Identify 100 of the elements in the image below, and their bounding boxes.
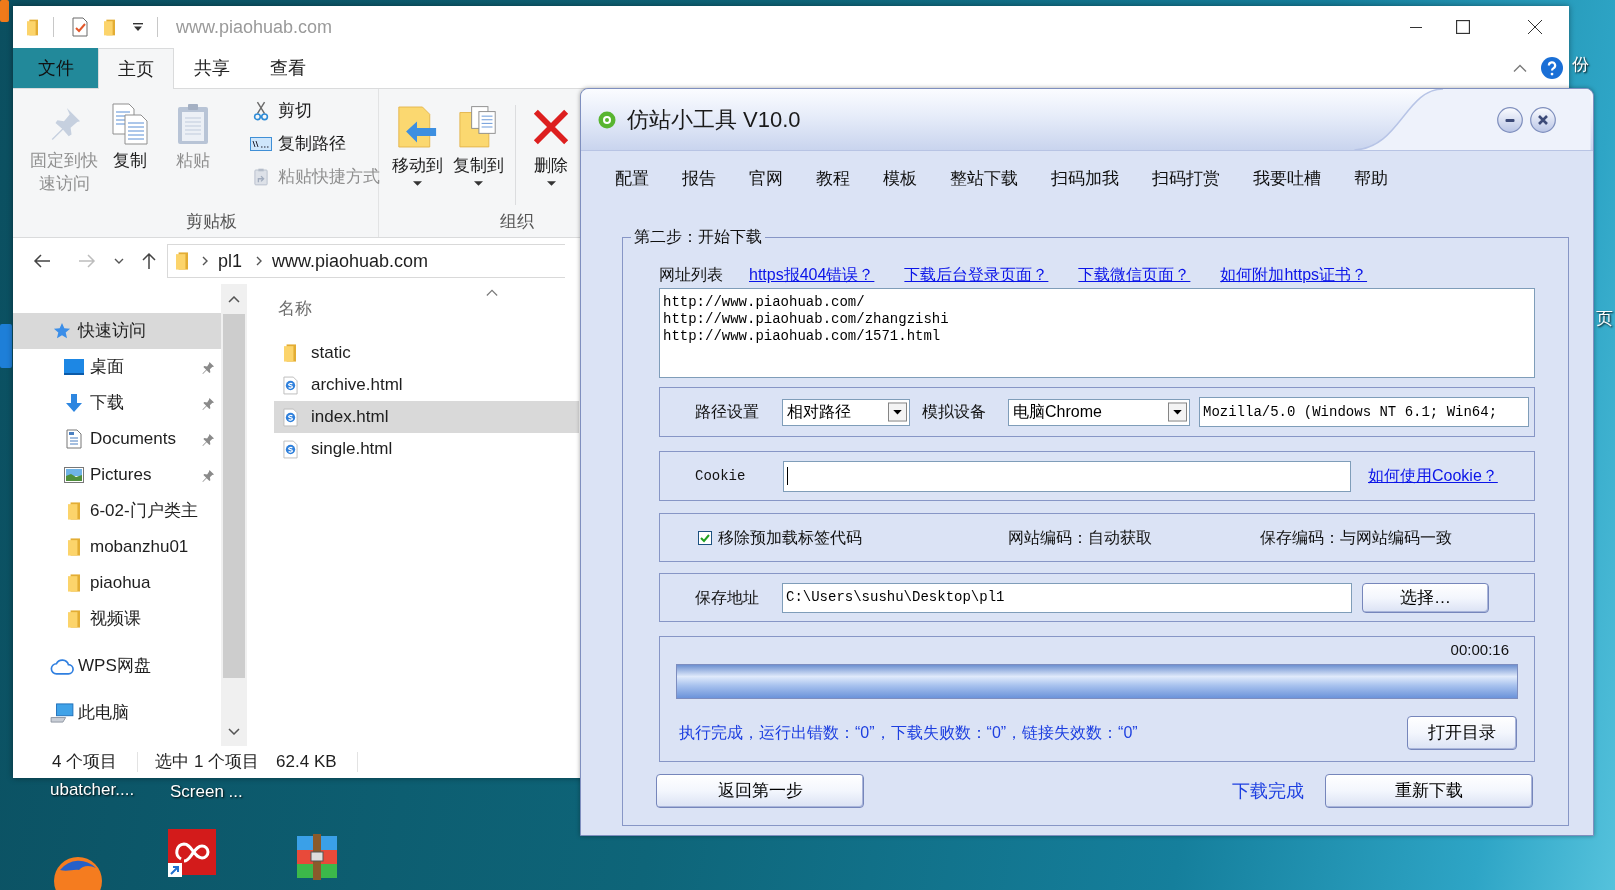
menu-item[interactable]: 帮助	[1354, 166, 1388, 192]
picture-icon	[64, 467, 84, 483]
help-link[interactable]: 下载后台登录页面？	[904, 263, 1049, 287]
ribbon-tab[interactable]: 共享	[174, 48, 250, 88]
help-link[interactable]: https报404错误？	[749, 263, 875, 287]
html-file-icon	[282, 407, 298, 427]
close-icon[interactable]	[1528, 20, 1542, 34]
url-text: http://www.piaohuab.com/1571.html	[663, 328, 942, 345]
desktop-icon-label: 页	[1596, 308, 1613, 330]
nav-item[interactable]: 下载	[13, 385, 221, 421]
nav-item[interactable]: mobanzhu01	[13, 529, 221, 565]
checkbox-label[interactable]: 移除预加载标签代码	[718, 525, 862, 550]
user-agent-field[interactable]: Mozilla/5.0 (Windows NT 6.1; Win64;	[1199, 397, 1529, 427]
file-item[interactable]: static	[274, 337, 579, 369]
scroll-up-icon[interactable]	[228, 295, 240, 303]
open-folder-button[interactable]: 打开目录	[1407, 716, 1517, 750]
status-text: 62.4 KB	[276, 751, 337, 774]
file-item[interactable]: index.html	[274, 401, 579, 433]
breadcrumb-item[interactable]: pl1	[218, 247, 243, 275]
caret-icon	[546, 181, 556, 186]
help-link[interactable]: 如何附加https证书？	[1220, 263, 1368, 287]
ribbon-button[interactable]: 复制到	[450, 99, 506, 186]
help-icon[interactable]	[1541, 57, 1563, 79]
menu-item[interactable]: 模板	[883, 166, 917, 192]
chevron-up-icon[interactable]	[486, 289, 498, 296]
nav-item[interactable]: 快速访问	[13, 313, 221, 349]
field-label: 保存地址	[695, 587, 759, 608]
pin-icon[interactable]	[202, 396, 215, 410]
ribbon-button[interactable]: 剪切	[250, 99, 380, 123]
maximize-icon[interactable]	[1456, 20, 1470, 34]
nav-item[interactable]: 6-02-门户类主	[13, 493, 221, 529]
status-message: 执行完成，运行出错数：“0”，下载失败数：“0”，链接失效数：“0”	[679, 723, 1138, 743]
path-mode-select[interactable]: 相对路径	[782, 398, 910, 426]
nav-item[interactable]: piaohua	[13, 565, 221, 601]
device-select[interactable]: 电脑Chrome	[1008, 398, 1190, 426]
chevron-right-icon[interactable]	[256, 256, 263, 266]
back-arrow-icon[interactable]	[33, 254, 51, 268]
chevron-up-icon[interactable]	[1513, 64, 1527, 72]
file-item[interactable]: archive.html	[274, 369, 579, 401]
url-list-field[interactable]: http://www.piaohuab.com/ http://www.piaohuab.com/zhangzishi http://www.piaohuab.com/1571.html	[659, 288, 1535, 378]
menu-item[interactable]: 我要吐槽	[1253, 166, 1321, 192]
column-header[interactable]: 名称	[278, 296, 312, 322]
scissors-icon	[253, 101, 269, 121]
close-button[interactable]	[1530, 106, 1556, 133]
menu-item[interactable]: 配置	[615, 166, 649, 192]
cookie-field[interactable]	[783, 460, 1351, 492]
save-path-field[interactable]: C:\Users\sushu\Desktop\pl1	[782, 582, 1352, 613]
checkbox[interactable]	[698, 530, 712, 545]
menu-item[interactable]: 整站下载	[950, 166, 1018, 192]
ribbon-button[interactable]: 移动到	[389, 99, 445, 186]
app-icon	[598, 110, 616, 129]
breadcrumb-item[interactable]: www.piaohuab.com	[272, 247, 429, 275]
scroll-down-icon[interactable]	[228, 727, 240, 735]
nav-item[interactable]: WPS网盘	[13, 648, 221, 684]
ribbon-button[interactable]: 复制路径	[250, 132, 380, 156]
ribbon-group-label: 剪贴板	[186, 211, 237, 234]
up-arrow-icon[interactable]	[142, 252, 156, 270]
pin-icon[interactable]	[202, 468, 215, 482]
nav-item[interactable]: 此电脑	[13, 695, 221, 731]
menu-item[interactable]: 官网	[749, 166, 783, 192]
scrollbar-thumb[interactable]	[223, 314, 245, 678]
caret-icon	[473, 181, 483, 186]
globe-icon[interactable]	[52, 855, 104, 890]
menu-item[interactable]: 扫码加我	[1051, 166, 1119, 192]
status-text: 4 个项目	[52, 751, 118, 774]
ribbon-button[interactable]: 删除	[525, 99, 577, 186]
pin-icon[interactable]	[202, 432, 215, 446]
pin-icon[interactable]	[202, 360, 215, 374]
ribbon-tab[interactable]: 查看	[250, 48, 326, 88]
box-stack-icon[interactable]	[294, 834, 340, 880]
clipboard-icon	[176, 103, 210, 145]
file-item[interactable]: single.html	[274, 433, 579, 465]
nav-item[interactable]: 桌面	[13, 349, 221, 385]
choose-button[interactable]: 选择…	[1362, 582, 1489, 613]
restart-button[interactable]: 重新下载	[1325, 774, 1533, 808]
back-button[interactable]: 返回第一步	[656, 774, 864, 808]
ribbon-tab[interactable]: 文件	[13, 48, 98, 88]
field-label: 路径设置	[695, 402, 759, 422]
nav-item[interactable]: Documents	[13, 421, 221, 457]
help-link[interactable]: 下载微信页面？	[1078, 263, 1191, 287]
minimize-button[interactable]	[1497, 106, 1523, 133]
ribbon-tab[interactable]: 主页	[98, 48, 174, 89]
folder-icon	[176, 252, 188, 270]
minimize-icon[interactable]	[1409, 26, 1423, 28]
menu-item[interactable]: 报告	[682, 166, 716, 192]
menu-item[interactable]: 扫码打赏	[1152, 166, 1220, 192]
status-text: 选中 1 个项目	[155, 751, 260, 774]
ribbon-button[interactable]: 复制	[104, 99, 156, 172]
computer-icon	[50, 703, 74, 723]
chevron-down-icon[interactable]	[114, 258, 124, 264]
address-bar[interactable]: pl1 www.piaohuab.com	[167, 244, 565, 278]
nav-item[interactable]: Pictures	[13, 457, 221, 493]
nav-item[interactable]: 视频课	[13, 601, 221, 637]
menu-item[interactable]: 教程	[816, 166, 850, 192]
chevron-right-icon[interactable]	[202, 256, 208, 266]
dropdown-icon[interactable]	[133, 23, 143, 31]
help-link[interactable]: 如何使用Cookie？	[1368, 464, 1498, 488]
document-check-icon[interactable]	[72, 17, 88, 37]
cloud-icon	[50, 656, 74, 676]
app-tile-icon[interactable]	[168, 829, 216, 877]
